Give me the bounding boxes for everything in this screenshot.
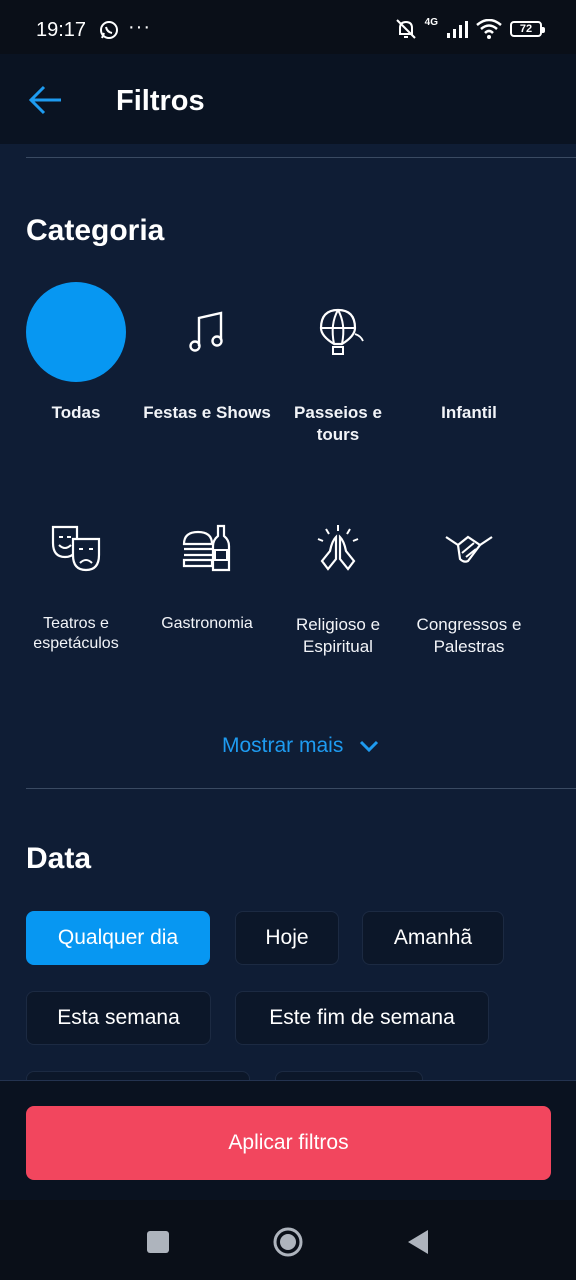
category-gastronomia[interactable]: Gastronomia [142, 498, 272, 634]
network-type-label: 4G [424, 16, 438, 28]
handshake-icon [445, 535, 493, 563]
category-festas-e-shows[interactable]: Festas e Shows [142, 282, 272, 424]
filters-content[interactable]: Categoria Todas Festas e Shows Passeios … [0, 144, 576, 1080]
battery-level: 72 [519, 23, 533, 35]
status-time: 19:17 [36, 19, 87, 41]
chevron-down-icon [360, 740, 379, 753]
page-title: Filtros [116, 85, 205, 117]
category-label: Religioso e Espiritual [295, 615, 381, 656]
home-icon[interactable] [272, 1226, 304, 1258]
nav-back-icon[interactable] [406, 1228, 430, 1256]
show-more-label: Mostrar mais [222, 734, 344, 757]
bottom-action-bar: Aplicar filtros [0, 1080, 576, 1201]
praying-hands-icon [317, 525, 359, 571]
category-icon-placeholder [419, 282, 519, 382]
category-label: Gastronomia [161, 615, 253, 632]
selected-category-circle [26, 282, 126, 382]
category-label: Passeios e tours [294, 403, 382, 444]
divider [26, 157, 576, 158]
category-label: Todas [51, 403, 101, 422]
category-label: Infantil [441, 403, 497, 422]
date-option-partial[interactable] [26, 1071, 250, 1080]
category-todas[interactable]: Todas [11, 282, 141, 424]
system-nav-bar [0, 1200, 576, 1280]
date-option-partial[interactable] [275, 1071, 423, 1080]
wifi-icon [476, 19, 502, 39]
category-passeios-e-tours[interactable]: Passeios e tours [273, 282, 403, 446]
section-title-data: Data [26, 842, 92, 875]
music-note-icon [189, 311, 223, 352]
category-label: Congressos e Palestras [416, 615, 522, 656]
date-option-hoje[interactable]: Hoje [235, 911, 339, 965]
date-option-amanha[interactable]: Amanhã [362, 911, 504, 965]
date-option-esta-semana[interactable]: Esta semana [26, 991, 211, 1045]
hot-air-balloon-icon [319, 308, 364, 355]
divider [26, 788, 576, 789]
show-more-button[interactable]: Mostrar mais [222, 734, 379, 758]
recent-apps-icon[interactable] [147, 1231, 169, 1253]
category-infantil[interactable]: Infantil [404, 282, 534, 424]
whatsapp-icon [100, 21, 118, 39]
category-religioso-e-espiritual[interactable]: Religioso e Espiritual [273, 498, 403, 658]
app-bar: Filtros [0, 54, 576, 144]
burger-bottle-icon [182, 524, 231, 572]
back-arrow-icon[interactable] [28, 82, 64, 118]
apply-filters-button[interactable]: Aplicar filtros [26, 1106, 551, 1180]
status-bar: 19:17 ··· 4G 72 [0, 0, 576, 54]
category-congressos-e-palestras[interactable]: Congressos e Palestras [404, 498, 534, 658]
date-option-qualquer-dia[interactable]: Qualquer dia [26, 911, 210, 965]
category-teatros-e-espetaculos[interactable]: Teatros e espetáculos [11, 498, 141, 654]
bell-muted-icon [395, 19, 416, 39]
battery-indicator: 72 [510, 21, 545, 37]
date-option-este-fim-de-semana[interactable]: Este fim de semana [235, 991, 489, 1045]
category-label: Teatros e espetáculos [33, 615, 119, 652]
section-title-categoria: Categoria [26, 214, 165, 247]
category-label: Festas e Shows [143, 403, 271, 422]
signal-icon [447, 21, 468, 38]
status-more-dots: ··· [128, 16, 151, 38]
theater-masks-icon [51, 525, 101, 572]
